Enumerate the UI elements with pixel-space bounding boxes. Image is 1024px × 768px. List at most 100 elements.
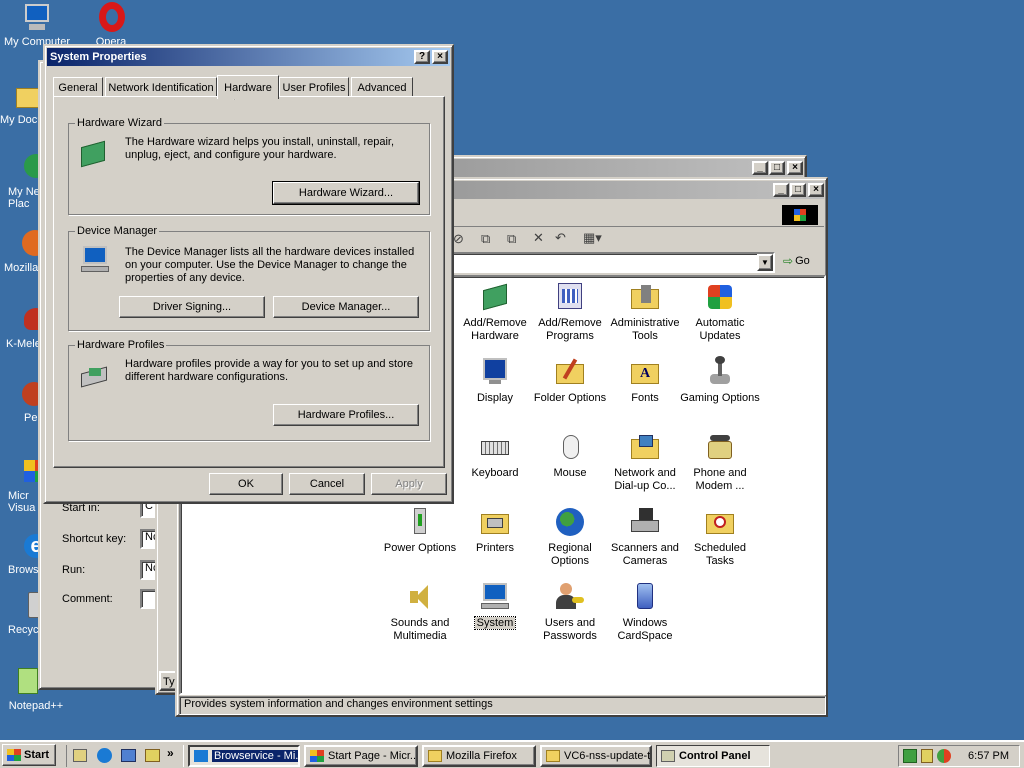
ie-quicklaunch-icon[interactable] xyxy=(97,748,112,763)
outlook-icon[interactable] xyxy=(121,749,136,762)
status-bar: Provides system information and changes … xyxy=(179,696,826,715)
hardware-profiles-group: Hardware Profiles Hardware profiles prov… xyxy=(68,339,430,441)
hardware-profiles-text: Hardware profiles provide a way for you … xyxy=(125,358,413,383)
show-desktop-icon[interactable] xyxy=(73,749,87,762)
computer-icon xyxy=(21,2,53,34)
cp-phone-modem[interactable]: Phone and Modem ... xyxy=(680,431,760,493)
minimize-button[interactable]: _ xyxy=(752,161,768,175)
tab-network-identification[interactable]: Network Identification xyxy=(105,77,217,97)
speaker-icon xyxy=(404,581,436,613)
go-arrow-icon: ⇨ xyxy=(783,254,794,268)
desktop-icon-label: K-Mele xyxy=(6,338,41,350)
delete-x-icon[interactable]: ✕ xyxy=(533,230,544,246)
cp-folder-options[interactable]: Folder Options xyxy=(530,356,610,405)
task-browservice[interactable]: Browservice - Mi... xyxy=(188,745,300,767)
close-button[interactable]: × xyxy=(432,50,448,64)
undo-icon[interactable]: ↶ xyxy=(555,230,566,246)
browser-app-icon xyxy=(310,750,324,762)
tab-hardware[interactable]: Hardware xyxy=(217,75,279,99)
tab-general[interactable]: General xyxy=(53,77,103,97)
mouse-icon xyxy=(554,431,586,463)
cp-automatic-updates[interactable]: Automatic Updates xyxy=(680,281,760,343)
hardware-profiles-button[interactable]: Hardware Profiles... xyxy=(273,404,419,426)
task-mozilla-firefox[interactable]: Mozilla Firefox xyxy=(422,745,536,767)
driver-signing-button[interactable]: Driver Signing... xyxy=(119,296,265,318)
shortcut-key-label: Shortcut key: xyxy=(62,533,127,545)
cp-display[interactable]: Display xyxy=(455,356,535,405)
cancel-button[interactable]: Cancel xyxy=(289,473,365,495)
cp-windows-cardspace[interactable]: Windows CardSpace xyxy=(605,581,685,643)
hardware-wizard-group: Hardware Wizard The Hardware wizard help… xyxy=(68,117,430,215)
maximize-button[interactable]: □ xyxy=(769,161,785,175)
go-button[interactable]: ⇨ Go xyxy=(783,254,810,268)
desktop-icon-label: Notepad++ xyxy=(8,700,64,712)
tab-advanced[interactable]: Advanced xyxy=(351,77,413,97)
hardware-wizard-icon xyxy=(79,138,111,170)
minimize-button[interactable]: _ xyxy=(773,183,789,197)
delete-icon[interactable]: ⊘ xyxy=(453,231,464,247)
start-button[interactable]: Start xyxy=(2,744,56,766)
scanner-icon xyxy=(629,506,661,538)
hardware-wizard-button[interactable]: Hardware Wizard... xyxy=(272,181,420,205)
windows-flag-icon xyxy=(7,749,21,761)
close-button[interactable]: × xyxy=(787,161,803,175)
task-vc6-nss[interactable]: VC6-nss-update-t... xyxy=(540,745,652,767)
power-icon xyxy=(404,506,436,538)
windows-update-icon xyxy=(704,281,736,313)
cp-add-remove-hardware[interactable]: Add/Remove Hardware xyxy=(455,281,535,343)
device-manager-title: Device Manager xyxy=(75,225,160,237)
security-tray-icon[interactable] xyxy=(937,749,951,763)
help-button[interactable]: ? xyxy=(414,50,430,64)
folder-options-icon xyxy=(554,356,586,388)
cp-gaming-options[interactable]: Gaming Options xyxy=(680,356,760,405)
cp-scheduled-tasks[interactable]: Scheduled Tasks xyxy=(680,506,760,568)
administrative-tools-icon xyxy=(629,281,661,313)
copy-to-icon[interactable]: ⧉ xyxy=(507,231,516,247)
opera-icon xyxy=(95,2,127,34)
desktop-icon-label: Micr Visua xyxy=(8,490,36,514)
taskbar: Start » Browservice - Mi... Start Page -… xyxy=(0,740,1024,768)
desktop-icon-label: Pe xyxy=(24,412,38,424)
cp-network-dialup[interactable]: Network and Dial-up Co... xyxy=(605,431,685,493)
system-icon xyxy=(479,581,511,613)
cardspace-icon xyxy=(629,581,661,613)
network-tray-icon[interactable] xyxy=(903,749,917,763)
close-button[interactable]: × xyxy=(808,183,824,197)
task-control-panel[interactable]: Control Panel xyxy=(656,745,770,767)
system-properties-dialog: System Properties ? × General Network Id… xyxy=(43,44,454,504)
ok-button[interactable]: OK xyxy=(209,473,283,495)
cp-scanners-cameras[interactable]: Scanners and Cameras xyxy=(605,506,685,568)
quicklaunch-more-button[interactable]: » xyxy=(167,746,174,760)
desktop-icon-opera[interactable]: Opera xyxy=(76,2,146,48)
device-manager-button[interactable]: Device Manager... xyxy=(273,296,419,318)
desktop-icon-my-computer[interactable]: My Computer xyxy=(2,2,72,48)
network-connections-icon xyxy=(629,431,661,463)
cp-power-options[interactable]: Power Options xyxy=(380,506,460,555)
cp-users-passwords[interactable]: Users and Passwords xyxy=(530,581,610,643)
cp-regional-options[interactable]: Regional Options xyxy=(530,506,610,568)
cp-mouse[interactable]: Mouse xyxy=(530,431,610,480)
views-icon[interactable]: ▦▾ xyxy=(583,230,602,246)
cp-sounds-multimedia[interactable]: Sounds and Multimedia xyxy=(380,581,460,643)
maximize-button[interactable]: □ xyxy=(790,183,806,197)
device-manager-icon xyxy=(79,244,111,276)
cp-administrative-tools[interactable]: Administrative Tools xyxy=(605,281,685,343)
apply-button[interactable]: Apply xyxy=(371,473,447,495)
cp-printers[interactable]: Printers xyxy=(455,506,535,555)
tab-user-profiles[interactable]: User Profiles xyxy=(279,77,349,97)
hardware-profiles-title: Hardware Profiles xyxy=(75,339,167,351)
dialog-title: System Properties xyxy=(50,51,147,63)
cp-fonts[interactable]: A Fonts xyxy=(605,356,685,405)
volume-tray-icon[interactable] xyxy=(921,749,933,763)
cp-system[interactable]: System xyxy=(455,581,535,630)
cp-add-remove-programs[interactable]: Add/Remove Programs xyxy=(530,281,610,343)
display-icon xyxy=(479,356,511,388)
move-to-icon[interactable]: ⧉ xyxy=(481,231,490,247)
quick-launch: » xyxy=(66,745,184,767)
media-icon[interactable] xyxy=(145,749,160,762)
address-dropdown-button[interactable]: ▼ xyxy=(757,254,773,271)
cp-keyboard[interactable]: Keyboard xyxy=(455,431,535,480)
task-start-page[interactable]: Start Page - Micr... xyxy=(304,745,418,767)
desktop-icon-label: Recyc xyxy=(8,624,39,636)
tab-strip: General Network Identification Hardware … xyxy=(53,75,447,99)
